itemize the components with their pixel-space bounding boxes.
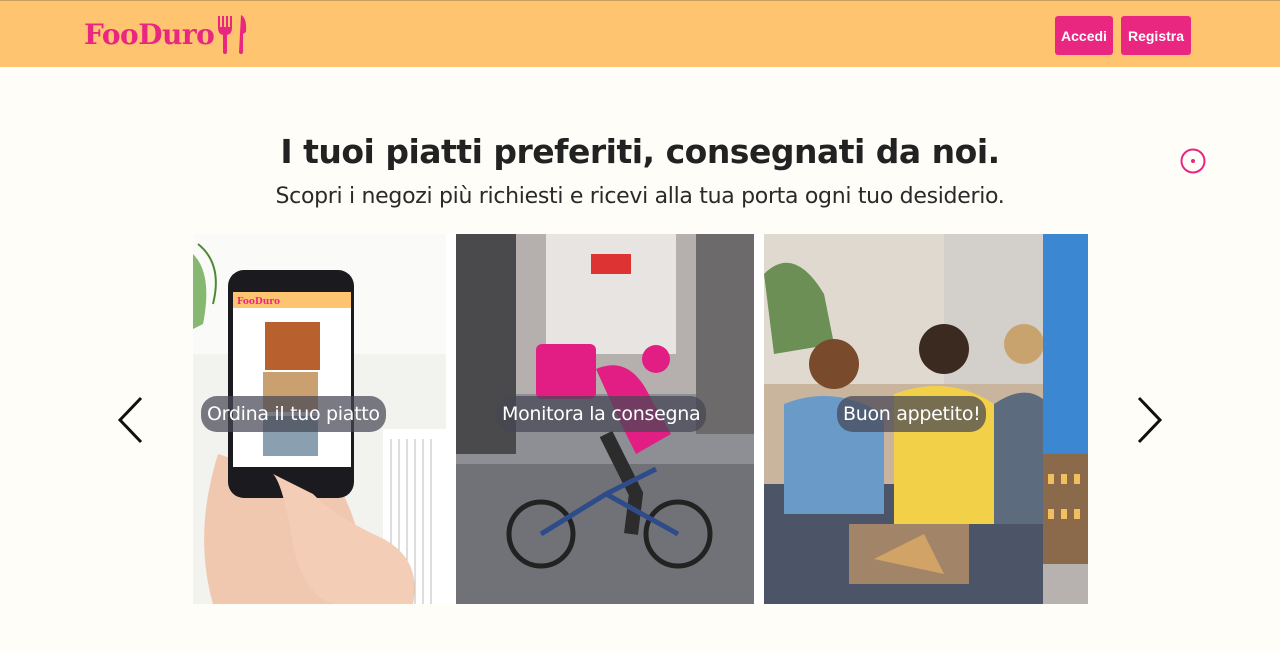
carousel-slide-city[interactable]	[1043, 234, 1088, 604]
brand-logo[interactable]: FooDuro	[84, 14, 248, 54]
chevron-left-icon[interactable]	[116, 395, 146, 445]
svg-text:FooDuro: FooDuro	[237, 297, 280, 307]
carousel-slide-order[interactable]: FooDuro Ordina il tuo piatto	[193, 234, 446, 604]
hero-subtitle: Scopri i negozi più richiesti e ricevi a…	[275, 184, 1005, 209]
target-circle-icon[interactable]	[1180, 148, 1206, 174]
login-button[interactable]: Accedi	[1055, 16, 1113, 55]
slide-caption: Buon appetito!	[837, 396, 987, 432]
city-building-image	[1043, 234, 1088, 604]
brand-name: FooDuro	[84, 18, 215, 51]
slide-caption: Monitora la consegna	[496, 396, 707, 432]
register-button[interactable]: Registra	[1121, 16, 1191, 55]
navbar: FooDuro Accedi Registra	[0, 0, 1280, 67]
carousel: FooDuro Ordina il tuo piatto Monitora la…	[193, 234, 1088, 604]
carousel-slide-delivery[interactable]: Monitora la consegna	[456, 234, 754, 604]
slide-caption: Ordina il tuo piatto	[201, 396, 386, 432]
chevron-right-icon[interactable]	[1134, 395, 1164, 445]
carousel-slide-enjoy[interactable]: Buon appetito!	[764, 234, 1043, 604]
hero-title: I tuoi piatti preferiti, consegnati da n…	[280, 132, 1000, 171]
fork-knife-icon	[218, 15, 247, 54]
